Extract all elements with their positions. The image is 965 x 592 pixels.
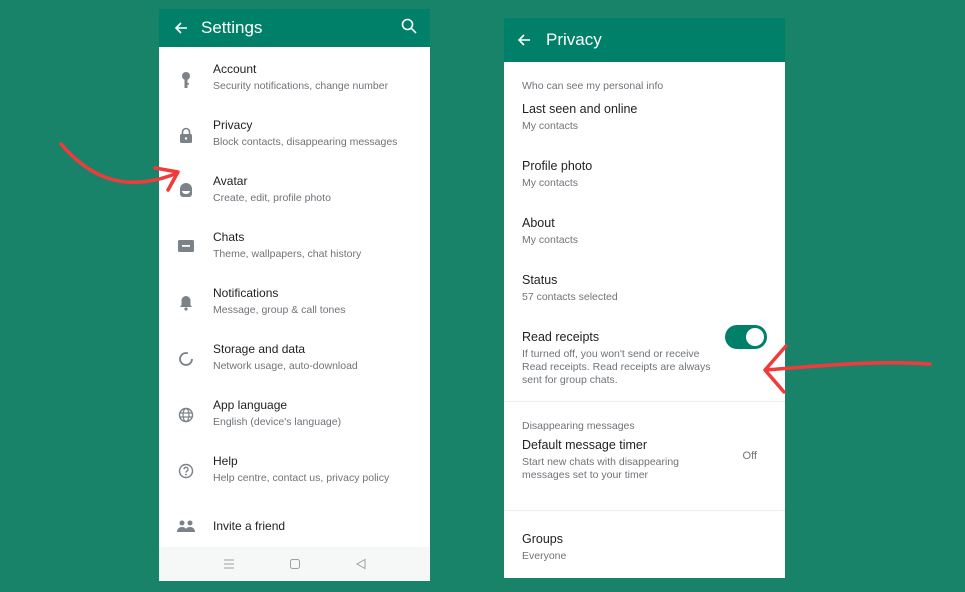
section-header-personal-info: Who can see my personal info xyxy=(522,80,664,92)
item-title: Groups xyxy=(522,532,563,546)
item-title: Profile photo xyxy=(522,159,593,173)
item-title: Notifications xyxy=(213,286,279,300)
people-icon xyxy=(159,520,213,532)
item-desc: Help centre, contact us, privacy policy xyxy=(213,472,390,484)
item-title: Help xyxy=(213,454,238,468)
timer-value: Off xyxy=(742,450,757,462)
item-title: App language xyxy=(213,398,288,412)
privacy-item-read-receipts[interactable]: Read receipts If turned off, you won't s… xyxy=(504,325,785,401)
item-value: 57 contacts selected xyxy=(522,291,618,303)
privacy-item-default-timer[interactable]: Default message timer Start new chats wi… xyxy=(504,438,785,510)
annotation-arrow-read-receipts xyxy=(763,344,932,394)
key-icon xyxy=(159,62,213,89)
settings-app-bar: Settings xyxy=(159,9,430,47)
settings-item-account[interactable]: Account Security notifications, change nu… xyxy=(159,53,430,109)
settings-item-chats[interactable]: Chats Theme, wallpapers, chat history xyxy=(159,221,430,277)
item-value: My contacts xyxy=(522,177,579,189)
item-desc: Block contacts, disappearing messages xyxy=(213,136,398,148)
item-title: Status xyxy=(522,273,558,287)
item-title: Privacy xyxy=(213,118,253,132)
read-receipts-toggle[interactable] xyxy=(725,325,767,349)
privacy-screen: Privacy Who can see my personal info Las… xyxy=(504,18,785,578)
privacy-item-status[interactable]: Status 57 contacts selected xyxy=(504,273,785,330)
item-title: Avatar xyxy=(213,174,248,188)
search-icon[interactable] xyxy=(400,17,420,37)
item-desc: Message, group & call tones xyxy=(213,304,346,316)
item-value: My contacts xyxy=(522,120,579,132)
globe-icon xyxy=(159,398,213,423)
privacy-item-groups[interactable]: Groups Everyone xyxy=(504,511,785,563)
item-title: Storage and data xyxy=(213,342,306,356)
settings-item-avatar[interactable]: Avatar Create, edit, profile photo xyxy=(159,165,430,221)
item-desc: Start new chats with disappearing messag… xyxy=(522,456,680,481)
settings-item-invite[interactable]: Invite a friend xyxy=(159,501,430,551)
item-title: About xyxy=(522,216,555,230)
privacy-app-bar: Privacy xyxy=(504,18,785,62)
privacy-item-profile-photo[interactable]: Profile photo My contacts xyxy=(504,159,785,216)
bell-icon xyxy=(159,286,213,311)
privacy-item-about[interactable]: About My contacts xyxy=(504,216,785,273)
toggle-knob xyxy=(746,328,764,346)
privacy-item-last-seen[interactable]: Last seen and online My contacts xyxy=(504,102,785,159)
item-title: Last seen and online xyxy=(522,102,638,116)
settings-item-privacy[interactable]: Privacy Block contacts, disappearing mess… xyxy=(159,109,430,165)
item-desc: Network usage, auto-download xyxy=(213,360,358,372)
page-title: Privacy xyxy=(546,30,602,49)
back-arrow-icon[interactable] xyxy=(171,18,191,38)
section-header-disappearing: Disappearing messages xyxy=(522,420,635,432)
item-title: Chats xyxy=(213,230,245,244)
settings-item-notifications[interactable]: Notifications Message, group & call tones xyxy=(159,277,430,333)
menu-icon[interactable] xyxy=(221,556,237,572)
settings-item-storage[interactable]: Storage and data Network usage, auto-down… xyxy=(159,333,430,389)
item-desc: Security notifications, change number xyxy=(213,80,389,92)
chat-icon xyxy=(159,230,213,253)
item-desc: Create, edit, profile photo xyxy=(213,192,331,204)
system-nav-bar xyxy=(159,547,430,581)
home-icon[interactable] xyxy=(287,556,303,572)
item-value: My contacts xyxy=(522,234,579,246)
settings-list: Account Security notifications, change nu… xyxy=(159,47,430,551)
lock-icon xyxy=(159,118,213,143)
item-title: Account xyxy=(213,62,257,76)
settings-item-app-language[interactable]: App language English (device's language) xyxy=(159,389,430,445)
item-title: Invite a friend xyxy=(213,519,286,533)
settings-screen: Settings Account Security notifications, … xyxy=(159,9,430,581)
page-title: Settings xyxy=(201,18,263,37)
item-desc: If turned off, you won't send or receive… xyxy=(522,348,711,386)
item-desc: Theme, wallpapers, chat history xyxy=(213,248,362,260)
item-value: Everyone xyxy=(522,550,567,562)
back-arrow-icon[interactable] xyxy=(514,30,534,50)
help-icon xyxy=(159,454,213,479)
avatar-icon xyxy=(159,174,213,197)
storage-icon xyxy=(159,342,213,367)
back-triangle-icon[interactable] xyxy=(353,556,369,572)
settings-item-help[interactable]: Help Help centre, contact us, privacy pol… xyxy=(159,445,430,501)
item-desc: English (device's language) xyxy=(213,416,342,428)
